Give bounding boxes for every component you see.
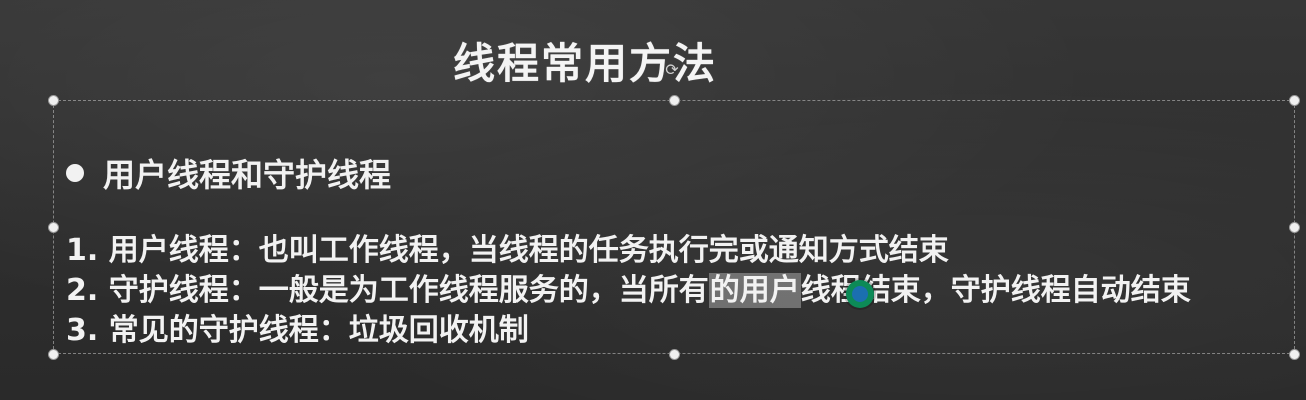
resize-handle-icon[interactable] bbox=[1289, 349, 1300, 360]
list-item-3[interactable]: 3. 常见的守护线程：垃圾回收机制 bbox=[66, 311, 1191, 351]
list-item-1[interactable]: 1. 用户线程：也叫工作线程，当线程的任务执行完或通知方式结束 bbox=[66, 231, 1191, 271]
app-cursor-badge-inner bbox=[852, 286, 868, 302]
numbered-list: 1. 用户线程：也叫工作线程，当线程的任务执行完或通知方式结束 2. 守护线程：… bbox=[66, 231, 1191, 351]
rotate-icon[interactable]: ⟳ bbox=[663, 61, 681, 79]
bullet-heading: 用户线程和守护线程 bbox=[66, 150, 391, 196]
bullet-dot-icon bbox=[66, 164, 84, 182]
resize-handle-icon[interactable] bbox=[48, 95, 59, 106]
list-item-2[interactable]: 2. 守护线程：一般是为工作线程服务的，当所有的用户线程结束，守护线程自动结束 bbox=[66, 271, 1191, 311]
resize-handle-icon[interactable] bbox=[1289, 222, 1300, 233]
resize-handle-icon[interactable] bbox=[48, 222, 59, 233]
app-cursor-badge-icon bbox=[846, 280, 874, 308]
list-item-2-before: 2. 守护线程：一般是为工作线程服务的，当所有 bbox=[66, 273, 709, 308]
resize-handle-icon[interactable] bbox=[48, 349, 59, 360]
resize-handle-icon[interactable] bbox=[669, 95, 680, 106]
bullet-heading-text[interactable]: 用户线程和守护线程 bbox=[103, 150, 391, 196]
selected-text-highlight[interactable]: 的用户 bbox=[708, 273, 801, 308]
resize-handle-icon[interactable] bbox=[1289, 95, 1300, 106]
slide-canvas: 线程常用方法 ⟳ 用户线程和守护线程 1. 用户线程：也叫工作线程，当线程的任务… bbox=[0, 0, 1306, 400]
